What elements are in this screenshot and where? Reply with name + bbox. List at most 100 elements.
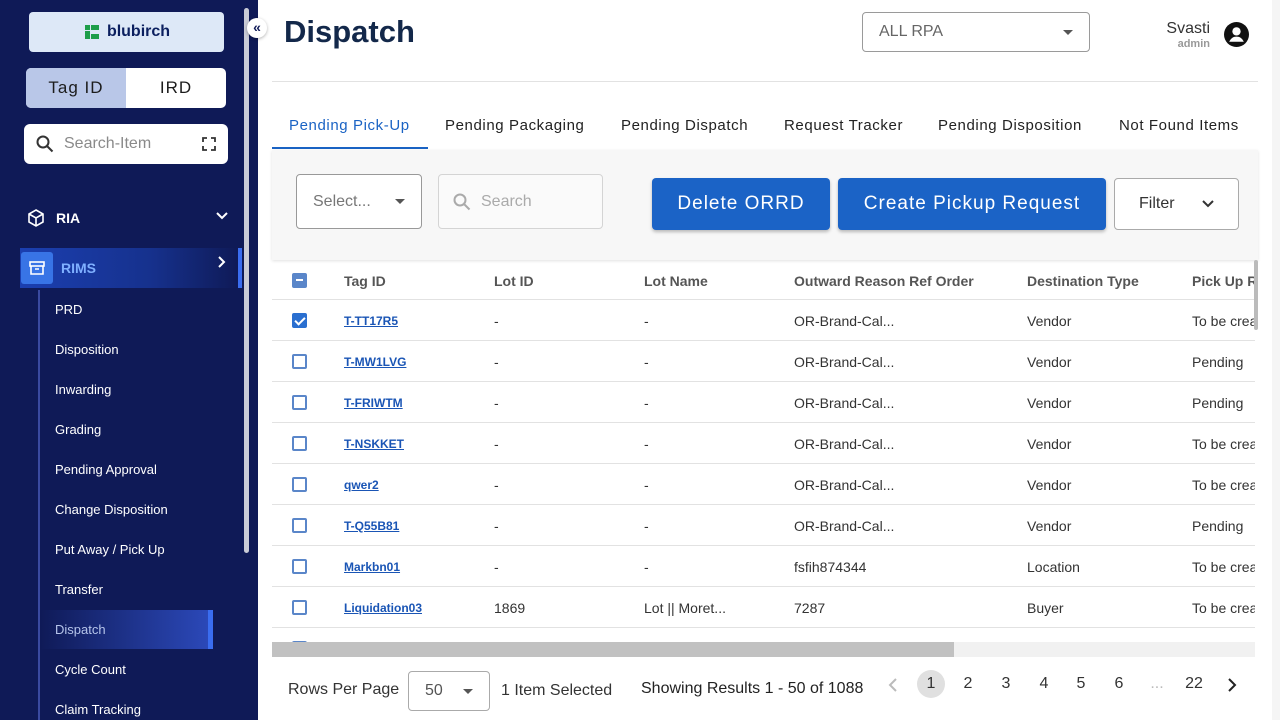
- filter-select[interactable]: Select...: [296, 174, 422, 229]
- sidebar-item-prd[interactable]: PRD: [55, 302, 82, 317]
- cell-tag-id[interactable]: Liquidation03: [344, 601, 422, 615]
- tab-not-found-items[interactable]: Not Found Items: [1119, 117, 1239, 134]
- tab-pending-disposition[interactable]: Pending Disposition: [938, 117, 1082, 134]
- next-page-icon[interactable]: [1227, 678, 1237, 692]
- tab-pending-dispatch[interactable]: Pending Dispatch: [621, 117, 748, 134]
- table-row[interactable]: Markbn01 - - fsfih874344 Location To be crea: [272, 546, 1255, 587]
- search-icon: [36, 135, 54, 153]
- data-table: Tag ID Lot ID Lot Name Outward Reason Re…: [272, 260, 1255, 642]
- rows-per-page-select[interactable]: 50: [408, 671, 490, 711]
- brand-logo[interactable]: blubirch: [29, 12, 224, 52]
- page-1-button[interactable]: 1: [917, 670, 945, 698]
- column-header-tag-id[interactable]: Tag ID: [344, 273, 386, 289]
- user-avatar-icon[interactable]: [1224, 22, 1249, 47]
- cell-lot-name: -: [644, 395, 649, 411]
- nav-section-ria-label: RIA: [56, 210, 81, 226]
- column-header-destination-type[interactable]: Destination Type: [1027, 273, 1139, 289]
- filter-select-placeholder: Select...: [313, 192, 371, 210]
- submenu-guide-line: [38, 290, 40, 720]
- table-horizontal-scroll-thumb[interactable]: [272, 642, 954, 657]
- delete-orrd-button[interactable]: Delete ORRD: [652, 178, 830, 230]
- page-scrollbar[interactable]: [1272, 0, 1280, 720]
- cell-lot-id: 1869: [494, 600, 526, 616]
- expand-icon[interactable]: [202, 137, 216, 151]
- column-header-outward-reason[interactable]: Outward Reason Ref Order: [794, 273, 974, 289]
- cell-tag-id[interactable]: T-FRIWTM: [344, 396, 403, 410]
- filter-button[interactable]: Filter: [1114, 178, 1239, 230]
- sidebar-item-claim-tracking[interactable]: Claim Tracking: [55, 702, 141, 717]
- table-search-input[interactable]: Search: [438, 174, 603, 229]
- table-row[interactable]: T-Q55B81 - - OR-Brand-Cal... Vendor Pending: [272, 505, 1255, 546]
- page-2-button[interactable]: 2: [954, 670, 982, 698]
- cell-tag-id[interactable]: Markbn01: [344, 560, 400, 574]
- cell-destination-type: Vendor: [1027, 313, 1072, 329]
- row-checkbox[interactable]: [292, 354, 307, 369]
- sidebar-item-transfer[interactable]: Transfer: [55, 582, 103, 597]
- table-row[interactable]: T-NSKKET - - OR-Brand-Cal... Vendor To be cre…: [272, 423, 1255, 464]
- column-header-lot-name[interactable]: Lot Name: [644, 273, 708, 289]
- chevron-right-icon: [218, 256, 226, 268]
- cell-lot-name: -: [644, 477, 649, 493]
- sidebar-item-change-disposition[interactable]: Change Disposition: [55, 502, 168, 517]
- sidebar-item-pending-approval[interactable]: Pending Approval: [55, 462, 157, 477]
- page-6-button[interactable]: 6: [1105, 670, 1133, 698]
- row-checkbox[interactable]: [292, 600, 307, 615]
- column-header-lot-id[interactable]: Lot ID: [494, 273, 534, 289]
- table-row[interactable]: T-TT17R5 - - OR-Brand-Cal... Vendor To be cre…: [272, 300, 1255, 341]
- sidebar-item-disposition[interactable]: Disposition: [55, 342, 119, 357]
- chevron-down-icon[interactable]: [216, 212, 228, 220]
- sidebar-item-dispatch[interactable]: Dispatch: [55, 622, 106, 637]
- table-row[interactable]: [272, 628, 1255, 642]
- prev-page-icon[interactable]: [888, 678, 898, 692]
- page-3-button[interactable]: 3: [992, 670, 1020, 698]
- cell-tag-id[interactable]: T-MW1LVG: [344, 355, 406, 369]
- sidebar-scrollbar[interactable]: [244, 8, 249, 553]
- table-row[interactable]: qwer2 - - OR-Brand-Cal... Vendor To be crea: [272, 464, 1255, 505]
- page-5-button[interactable]: 5: [1067, 670, 1095, 698]
- page-4-button[interactable]: 4: [1030, 670, 1058, 698]
- table-header: Tag ID Lot ID Lot Name Outward Reason Re…: [272, 260, 1255, 300]
- select-all-checkbox[interactable]: [292, 273, 307, 288]
- rpa-select[interactable]: ALL RPA: [862, 12, 1090, 52]
- row-checkbox[interactable]: [292, 436, 307, 451]
- cell-lot-name: -: [644, 313, 649, 329]
- cell-tag-id[interactable]: T-TT17R5: [344, 314, 398, 328]
- search-icon: [453, 193, 471, 210]
- toggle-ird[interactable]: IRD: [126, 68, 226, 108]
- row-checkbox[interactable]: [292, 313, 307, 328]
- cell-tag-id[interactable]: T-NSKKET: [344, 437, 404, 451]
- cell-lot-id: -: [494, 477, 499, 493]
- row-checkbox[interactable]: [292, 395, 307, 410]
- create-pickup-request-button[interactable]: Create Pickup Request: [838, 178, 1106, 230]
- nav-section-rims[interactable]: RIMS: [20, 248, 242, 288]
- sidebar-item-inwarding[interactable]: Inwarding: [55, 382, 111, 397]
- row-checkbox[interactable]: [292, 559, 307, 574]
- table-row[interactable]: T-FRIWTM - - OR-Brand-Cal... Vendor Pending: [272, 382, 1255, 423]
- user-name: Svasti: [1166, 20, 1210, 37]
- toggle-tag-id[interactable]: Tag ID: [26, 68, 126, 108]
- row-checkbox[interactable]: [292, 518, 307, 533]
- table-vertical-scrollbar[interactable]: [1254, 260, 1258, 330]
- column-header-pick-up[interactable]: Pick Up R: [1192, 273, 1255, 289]
- cell-tag-id[interactable]: qwer2: [344, 478, 379, 492]
- sidebar-item-grading[interactable]: Grading: [55, 422, 101, 437]
- nav-section-ria[interactable]: RIA: [26, 208, 80, 228]
- cell-destination-type: Vendor: [1027, 436, 1072, 452]
- cell-tag-id[interactable]: T-Q55B81: [344, 519, 399, 533]
- row-checkbox[interactable]: [292, 477, 307, 492]
- rows-per-page-label: Rows Per Page: [288, 681, 400, 698]
- cell-pick-up: To be crea: [1192, 477, 1255, 493]
- tab-pending-pick-up[interactable]: Pending Pick-Up: [289, 117, 410, 134]
- table-row[interactable]: Liquidation03 1869 Lot || Moret... 7287 Buye…: [272, 587, 1255, 628]
- active-tab-indicator: [272, 147, 428, 149]
- collapse-sidebar-icon[interactable]: «: [247, 18, 267, 38]
- cell-lot-name: -: [644, 559, 649, 575]
- tab-request-tracker[interactable]: Request Tracker: [784, 117, 903, 134]
- table-row[interactable]: T-MW1LVG - - OR-Brand-Cal... Vendor Pending: [272, 341, 1255, 382]
- sidebar-search-input[interactable]: Search-Item: [24, 124, 228, 164]
- tab-pending-packaging[interactable]: Pending Packaging: [445, 117, 584, 134]
- sidebar-item-put-away[interactable]: Put Away / Pick Up: [55, 542, 165, 557]
- sidebar-item-cycle-count[interactable]: Cycle Count: [55, 662, 126, 677]
- page-22-button[interactable]: 22: [1180, 670, 1208, 698]
- cell-outward-reason: OR-Brand-Cal...: [794, 436, 895, 452]
